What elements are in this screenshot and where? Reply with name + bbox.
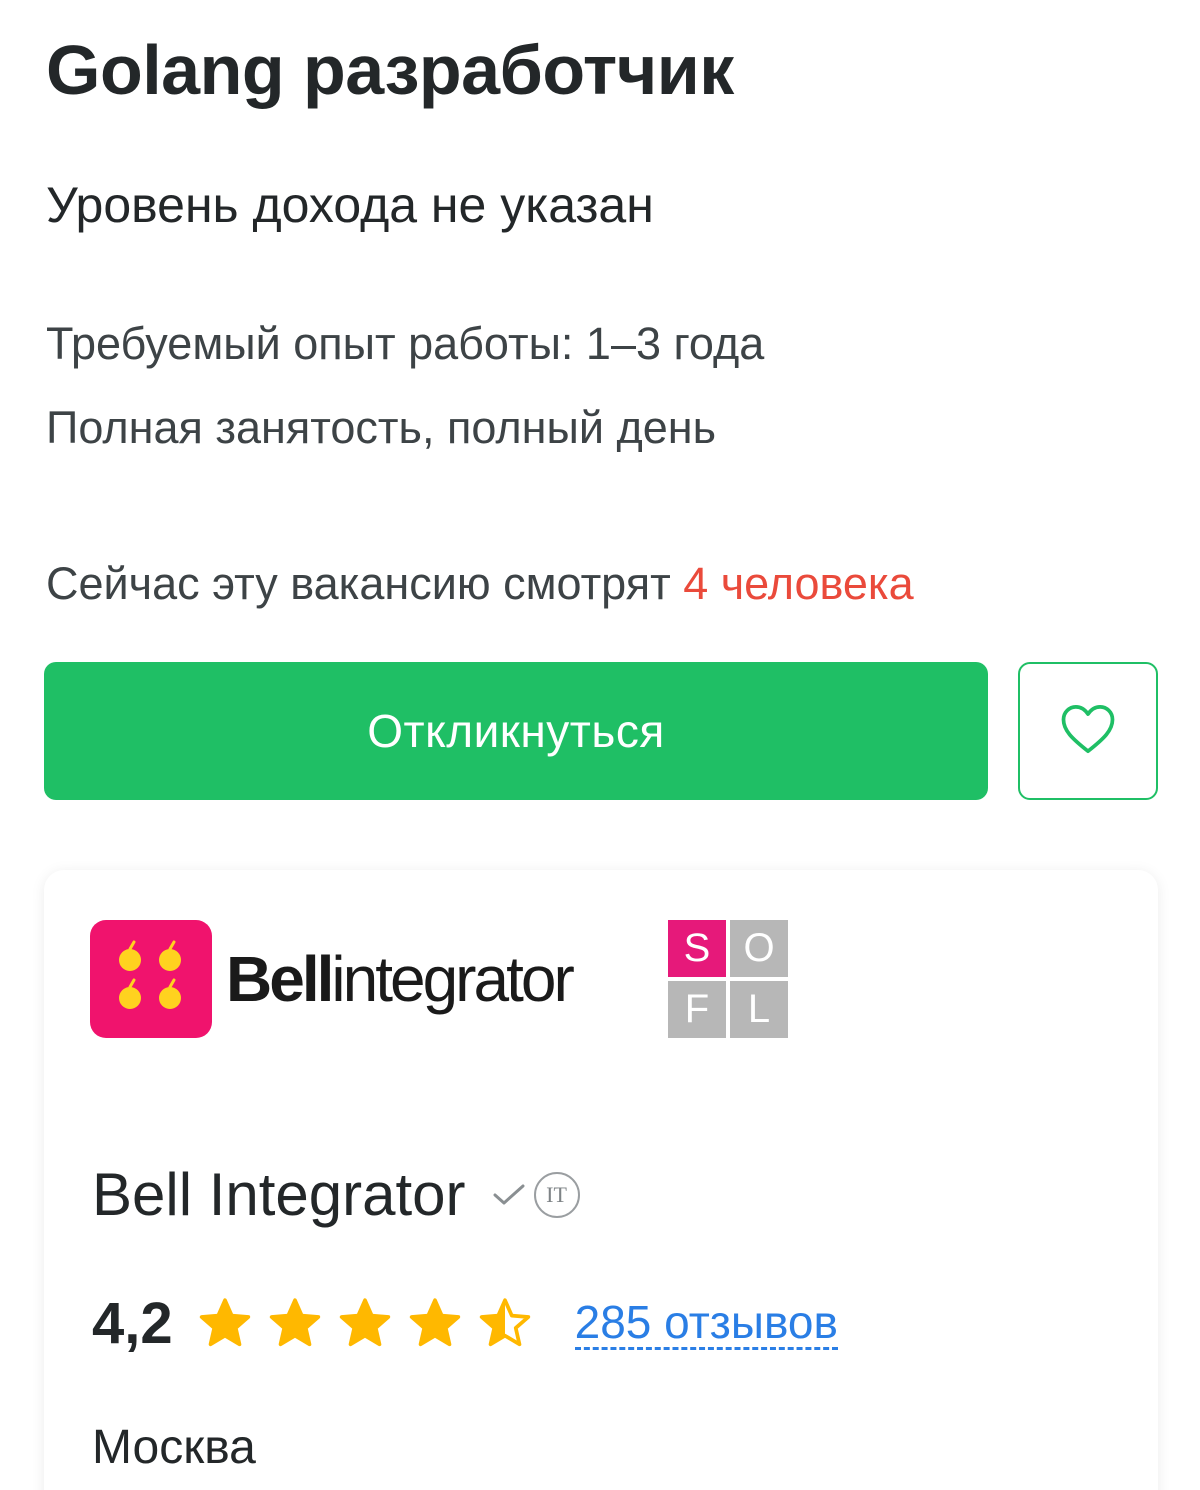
company-logo[interactable]: Bellintegrator	[90, 920, 575, 1038]
vacancy-title: Golang разработчик	[46, 31, 734, 109]
company-city: Москва	[92, 1421, 256, 1474]
heart-icon	[1060, 703, 1116, 760]
company-name[interactable]: Bell Integrator	[92, 1160, 466, 1229]
experience-text: Требуемый опыт работы: 1–3 года	[46, 318, 765, 369]
favorite-button[interactable]	[1018, 662, 1158, 800]
star-full-icon	[339, 1297, 390, 1346]
sofl-badge: S O F L	[668, 920, 788, 1038]
rating-row: 4,2 285 отзывов	[92, 1290, 838, 1357]
employer-card: Bellintegrator S O F L Bell Integrator I…	[44, 870, 1158, 1490]
star-full-icon	[199, 1297, 250, 1346]
employment-text: Полная занятость, полный день	[46, 402, 717, 453]
it-accreditation-icon[interactable]: IT	[533, 1171, 580, 1218]
apply-button[interactable]: Откликнуться	[44, 662, 988, 800]
star-full-icon	[409, 1297, 460, 1346]
logo-text-light: integrator	[331, 943, 574, 1015]
salary-text: Уровень дохода не указан	[46, 177, 654, 233]
viewers-notice: Сейчас эту вакансию смотрят 4 человека	[46, 558, 914, 610]
sofl-letter: S	[668, 920, 726, 977]
logo-text-bold: Bell	[226, 943, 334, 1015]
rating-value: 4,2	[92, 1291, 173, 1356]
check-icon	[492, 1182, 526, 1208]
sofl-letter: O	[730, 920, 788, 977]
company-name-row: Bell Integrator IT	[92, 1160, 580, 1229]
viewers-prefix: Сейчас эту вакансию смотрят	[46, 558, 684, 609]
viewers-count: 4 человека	[683, 558, 914, 609]
star-full-icon	[269, 1297, 320, 1346]
sofl-letter: L	[730, 981, 788, 1038]
reviews-link[interactable]: 285 отзывов	[574, 1297, 838, 1351]
logo-wordmark: Bellintegrator	[226, 942, 575, 1016]
rating-stars	[197, 1296, 533, 1352]
star-half-icon	[479, 1297, 530, 1346]
vacancy-page: Golang разработчик Уровень дохода не ука…	[0, 0, 1200, 1490]
logo-mark	[90, 920, 212, 1038]
sofl-letter: F	[668, 981, 726, 1038]
